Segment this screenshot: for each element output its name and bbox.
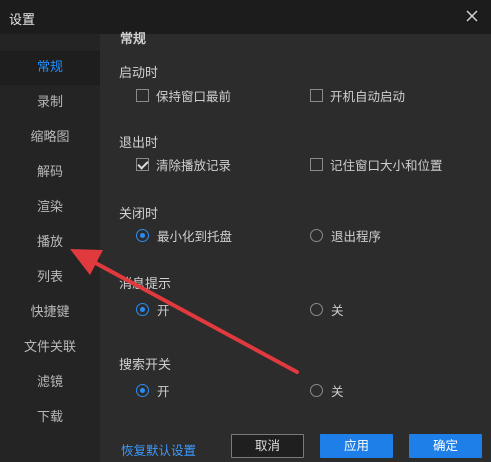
clear-history-checkbox[interactable]: 清除播放记录 [136, 156, 232, 173]
radio-circle[interactable] [310, 383, 323, 397]
notifications-off-radio[interactable]: 关 [310, 301, 344, 318]
checkbox-box[interactable] [310, 88, 323, 102]
window-title: 设置 [9, 13, 36, 28]
keep-on-top-label: 保持窗口最前 [156, 88, 232, 104]
restore-defaults-link[interactable]: 恢复默认设置 [121, 440, 196, 459]
minimize-to-tray-radio[interactable]: 最小化到托盘 [136, 227, 233, 244]
sidebar-item-download[interactable]: 下载 [0, 401, 100, 435]
close-icon[interactable] [462, 6, 482, 26]
on-exit-label: 退出时 [119, 136, 159, 151]
on-close-label: 关闭时 [119, 207, 159, 222]
sidebar-item-playback[interactable]: 播放 [0, 226, 100, 260]
clear-history-label: 清除播放记录 [156, 157, 232, 173]
minimize-to-tray-label: 最小化到托盘 [157, 228, 233, 244]
search-on-label: 开 [157, 383, 170, 399]
exit-program-radio[interactable]: 退出程序 [310, 227, 382, 244]
title-bar: 设置 [0, 0, 491, 34]
sidebar-item-list[interactable]: 列表 [0, 261, 100, 295]
section-title: 常规 [120, 32, 147, 47]
cancel-button[interactable]: 取消 [231, 434, 304, 458]
radio-circle[interactable] [136, 383, 149, 397]
ok-button[interactable]: 确定 [409, 434, 482, 458]
sidebar-item-record[interactable]: 录制 [0, 86, 100, 120]
remember-window-label: 记住窗口大小和位置 [330, 157, 443, 173]
remember-window-checkbox[interactable]: 记住窗口大小和位置 [310, 156, 443, 173]
radio-circle[interactable] [136, 228, 149, 242]
settings-sidebar: 常规 录制 缩略图 解码 渲染 播放 列表 快捷键 文件关联 滤镜 下载 [0, 34, 100, 462]
auto-start-label: 开机自动启动 [330, 88, 406, 104]
notifications-on-radio[interactable]: 开 [136, 301, 170, 318]
sidebar-item-hotkeys[interactable]: 快捷键 [0, 296, 100, 330]
radio-circle[interactable] [310, 302, 323, 316]
keep-on-top-checkbox[interactable]: 保持窗口最前 [136, 87, 232, 104]
search-off-radio[interactable]: 关 [310, 382, 344, 399]
search-on-radio[interactable]: 开 [136, 382, 170, 399]
apply-button[interactable]: 应用 [320, 434, 393, 458]
sidebar-item-render[interactable]: 渲染 [0, 191, 100, 225]
notifications-on-label: 开 [157, 302, 170, 318]
search-toggle-label: 搜索开关 [119, 358, 172, 373]
search-off-label: 关 [331, 383, 344, 399]
startup-label: 启动时 [119, 66, 159, 81]
sidebar-item-general[interactable]: 常规 [0, 51, 100, 85]
sidebar-item-filters[interactable]: 滤镜 [0, 366, 100, 400]
checkbox-box[interactable] [136, 157, 149, 171]
sidebar-item-file-association[interactable]: 文件关联 [0, 331, 100, 365]
radio-circle[interactable] [310, 228, 323, 242]
notifications-off-label: 关 [331, 302, 344, 318]
checkbox-box[interactable] [136, 88, 149, 102]
auto-start-checkbox[interactable]: 开机自动启动 [310, 87, 406, 104]
sidebar-item-thumbnail[interactable]: 缩略图 [0, 121, 100, 155]
sidebar-item-decode[interactable]: 解码 [0, 156, 100, 190]
notifications-label: 消息提示 [119, 277, 172, 292]
radio-circle[interactable] [136, 302, 149, 316]
exit-program-label: 退出程序 [331, 228, 382, 244]
checkbox-box[interactable] [310, 157, 323, 171]
